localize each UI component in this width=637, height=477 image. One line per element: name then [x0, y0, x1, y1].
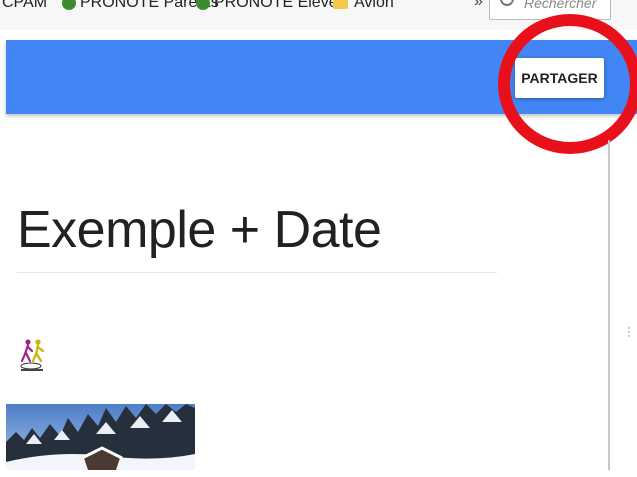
folder-icon — [333, 0, 348, 9]
bookmarks-overflow-button[interactable]: » — [474, 0, 483, 11]
pronote-icon — [62, 0, 76, 10]
scrollbar[interactable] — [608, 140, 610, 470]
bookmark-avion[interactable]: Avion — [354, 0, 394, 12]
page-title: Exemple + Date — [17, 201, 382, 259]
search-placeholder: Rechercher — [524, 0, 597, 11]
search-input[interactable]: Rechercher — [489, 0, 611, 20]
bookmark-pronote-eleves[interactable]: PRONOTE Elèves — [214, 0, 346, 12]
snowy-forest-photo — [6, 404, 195, 470]
search-icon — [500, 0, 514, 6]
resize-handle-icon[interactable]: · · · — [627, 323, 631, 342]
title-divider — [17, 272, 497, 273]
share-button[interactable]: PARTAGER — [515, 58, 604, 98]
bookmarks-bar: CPAM PRONOTE Parents PRONOTE Elèves Avio… — [0, 0, 637, 30]
hikers-logo — [20, 339, 45, 371]
bookmark-cpam[interactable]: CPAM — [2, 0, 47, 12]
